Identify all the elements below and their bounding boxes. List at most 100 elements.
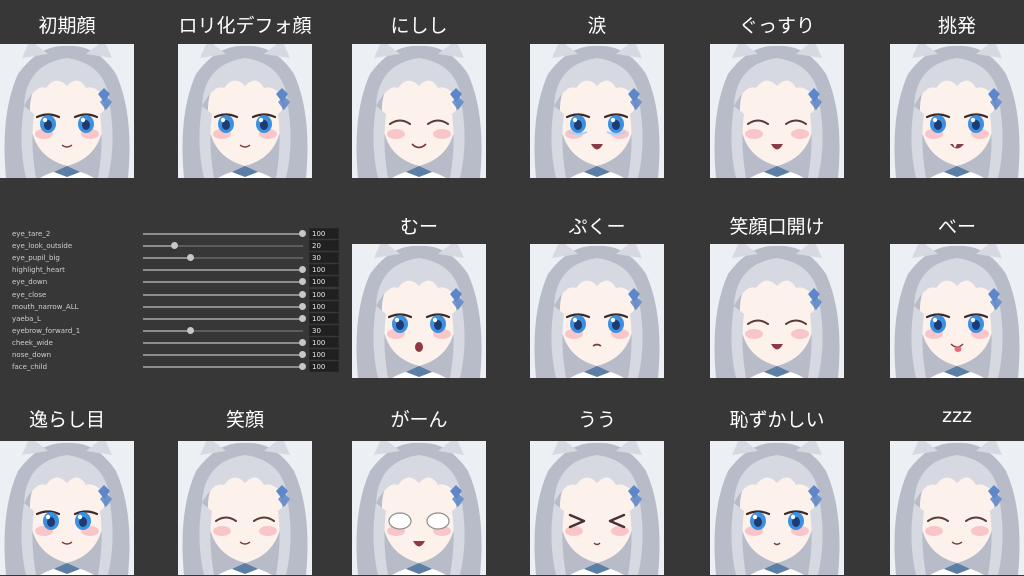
shape-key-row: yaeba_L 100	[12, 312, 342, 325]
shape-key-value-field[interactable]: 100	[309, 228, 339, 239]
shape-key-slider[interactable]	[143, 254, 303, 262]
expression-label: べー	[937, 216, 976, 238]
shape-key-value-field[interactable]: 100	[309, 264, 339, 276]
shape-key-row: eye_pupil_big 30	[12, 252, 342, 264]
avatar-portrait	[352, 441, 486, 575]
expression-thumbnail	[530, 441, 664, 575]
expression-label: 笑顔口開け	[729, 216, 825, 238]
expression-label: 初期顔	[38, 15, 96, 37]
expression-thumbnail	[178, 441, 312, 575]
shape-key-name: yaeba_L	[12, 314, 41, 323]
slider-fill	[143, 293, 303, 296]
shape-key-value-field[interactable]: 100	[309, 312, 339, 324]
expression-label: むー	[399, 216, 438, 238]
shape-key-name: cheek_wide	[12, 338, 53, 347]
slider-handle[interactable]	[299, 290, 306, 298]
avatar-portrait	[710, 441, 844, 575]
avatar-portrait	[0, 44, 134, 178]
expression-label: 涙	[587, 15, 607, 37]
slider-handle[interactable]	[187, 326, 194, 334]
shape-key-value-field[interactable]: 30	[309, 252, 339, 264]
avatar-portrait	[352, 44, 486, 178]
avatar-portrait	[710, 244, 844, 378]
slider-fill	[143, 281, 303, 284]
shape-key-row: eye_tare_2 100	[12, 228, 342, 240]
expression-label: ロリ化デフォ顔	[178, 15, 312, 37]
shape-key-row: eye_close 100	[12, 288, 342, 301]
expression-label: 挑発	[937, 15, 976, 37]
expression-thumbnail	[530, 44, 664, 178]
shape-key-slider[interactable]	[143, 242, 303, 250]
expression-label: ぷくー	[568, 216, 626, 238]
slider-fill	[143, 257, 191, 260]
expression-label: ぐっすり	[738, 15, 815, 37]
shape-key-slider[interactable]	[143, 266, 306, 274]
avatar-portrait	[890, 44, 1024, 178]
shape-key-name: eye_down	[12, 278, 48, 287]
slider-handle[interactable]	[299, 230, 306, 237]
shape-key-slider[interactable]	[143, 326, 303, 334]
expression-thumbnail	[890, 441, 1024, 575]
avatar-portrait	[530, 244, 664, 378]
shape-key-row: eyebrow_forward_1 30	[12, 324, 342, 337]
expression-label: にしし	[390, 15, 448, 37]
expression-label: 恥ずかしい	[729, 409, 825, 431]
slider-handle[interactable]	[187, 254, 194, 262]
expression-thumbnail	[352, 441, 486, 575]
slider-fill	[143, 341, 303, 344]
shape-key-row: eye_down 100	[12, 276, 342, 288]
shape-key-name: nose_down	[12, 351, 52, 359]
slider-handle[interactable]	[299, 314, 306, 322]
shape-key-row: face_child 100	[12, 361, 342, 373]
expression-thumbnail	[710, 441, 844, 575]
shape-key-value-field[interactable]: 100	[309, 288, 339, 300]
avatar-portrait	[178, 44, 312, 178]
slider-fill	[143, 366, 303, 369]
avatar-portrait	[890, 441, 1024, 575]
shape-key-name: eye_close	[12, 290, 47, 299]
avatar-portrait	[710, 44, 844, 178]
shape-key-slider[interactable]	[143, 363, 306, 371]
shape-key-slider[interactable]	[143, 302, 306, 310]
shape-key-slider[interactable]	[143, 338, 306, 346]
shape-key-slider[interactable]	[143, 278, 306, 286]
shape-key-value-field[interactable]: 30	[309, 324, 339, 336]
shape-key-slider[interactable]	[143, 351, 306, 358]
shape-key-name: face_child	[12, 363, 48, 372]
shape-key-value-field[interactable]: 20	[309, 240, 339, 252]
shape-key-row: mouth_narrow_ALL 100	[12, 300, 342, 313]
shape-key-name: highlight_heart	[12, 266, 65, 275]
expression-label: zzz	[942, 405, 972, 427]
slider-handle[interactable]	[299, 338, 306, 346]
expression-thumbnail	[352, 44, 486, 178]
shape-key-slider[interactable]	[143, 314, 306, 322]
slider-fill	[143, 317, 303, 320]
slider-fill	[143, 329, 191, 332]
expression-thumbnail	[178, 44, 312, 178]
slider-fill	[143, 354, 303, 356]
avatar-portrait	[530, 441, 664, 575]
expression-label: 笑顔	[225, 409, 264, 431]
slider-handle[interactable]	[299, 278, 306, 286]
avatar-portrait	[530, 44, 664, 178]
slider-handle[interactable]	[171, 242, 178, 250]
expression-thumbnail	[0, 441, 134, 575]
slider-handle[interactable]	[299, 266, 306, 274]
shape-key-slider[interactable]	[143, 290, 306, 298]
shape-key-value-field[interactable]: 100	[309, 349, 339, 360]
slider-fill	[143, 269, 303, 272]
shape-key-row: cheek_wide 100	[12, 336, 342, 349]
shape-key-value-field[interactable]: 100	[309, 361, 339, 373]
expression-thumbnail	[710, 44, 844, 178]
shape-key-name: eye_look_outside	[12, 242, 73, 251]
avatar-portrait	[178, 441, 312, 575]
shape-key-name: eye_pupil_big	[12, 254, 60, 263]
slider-handle[interactable]	[299, 302, 306, 310]
slider-handle[interactable]	[299, 351, 306, 358]
slider-handle[interactable]	[299, 363, 306, 371]
shape-key-slider[interactable]	[143, 230, 306, 237]
shape-key-name: eye_tare_2	[12, 230, 51, 238]
shape-key-value-field[interactable]: 100	[309, 276, 339, 288]
shape-key-value-field[interactable]: 100	[309, 300, 339, 312]
shape-key-value-field[interactable]: 100	[309, 336, 339, 348]
